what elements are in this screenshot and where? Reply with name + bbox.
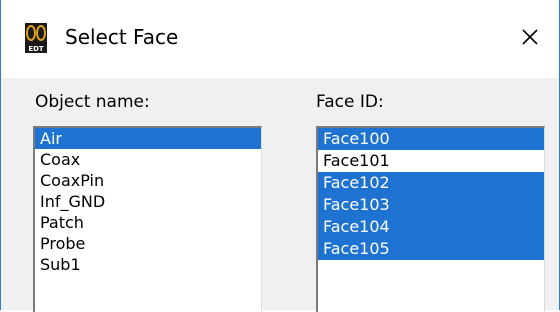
app-logo-text: EDT <box>28 45 44 53</box>
object-name-label: Object name: <box>35 92 150 112</box>
select-face-dialog: EDT Select Face Object name: Air Coax Coax… <box>0 0 560 312</box>
title-bar[interactable]: EDT Select Face <box>1 0 559 78</box>
object-list-item[interactable]: Probe <box>35 233 261 254</box>
object-list-item[interactable]: Coax <box>35 149 261 170</box>
dialog-title: Select Face <box>65 25 179 49</box>
object-list-item[interactable]: CoaxPin <box>35 170 261 191</box>
object-list-item[interactable]: Air <box>35 128 261 149</box>
object-list-item[interactable]: Inf_GND <box>35 191 261 212</box>
face-list-item[interactable]: Face105 <box>318 238 544 260</box>
face-list-item[interactable]: Face104 <box>318 216 544 238</box>
face-id-label: Face ID: <box>316 92 384 112</box>
face-id-listbox[interactable]: Face100 Face101 Face102 Face103 Face104 Face1… <box>316 126 545 312</box>
face-list-item[interactable]: Face102 <box>318 172 544 194</box>
object-list-item[interactable]: Sub1 <box>35 254 261 275</box>
face-list-item[interactable]: Face103 <box>318 194 544 216</box>
app-logo-icon: EDT <box>25 23 47 53</box>
object-list-item[interactable]: Patch <box>35 212 261 233</box>
object-name-listbox[interactable]: Air Coax CoaxPin Inf_GND Patch Probe Sub1 <box>33 126 262 312</box>
face-list-item[interactable]: Face101 <box>318 150 544 172</box>
face-list-item[interactable]: Face100 <box>318 128 544 150</box>
close-icon[interactable] <box>513 20 547 54</box>
